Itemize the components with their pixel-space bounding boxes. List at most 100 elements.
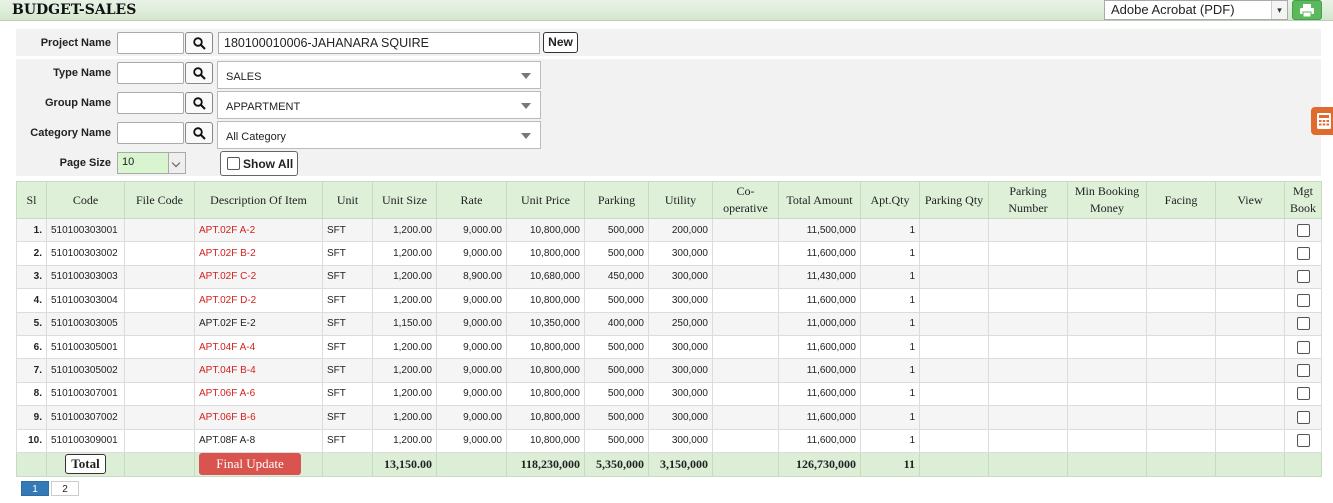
column-header[interactable]: Mgt Book bbox=[1284, 181, 1322, 219]
column-header[interactable]: Rate bbox=[436, 181, 507, 219]
table-row[interactable]: 1. 510100303001 APT.02F A-2 SFT 1,200.00 9,00… bbox=[16, 217, 1322, 243]
row-facing[interactable] bbox=[1146, 311, 1216, 336]
table-row[interactable]: 3. 510100303003 APT.02F C-2 SFT 1,200.00 8,90… bbox=[16, 264, 1322, 290]
row-min-booking-money[interactable] bbox=[1067, 405, 1147, 430]
type-code-input[interactable] bbox=[117, 62, 184, 84]
column-header[interactable]: Unit bbox=[322, 181, 373, 219]
mgt-book-checkbox[interactable] bbox=[1296, 317, 1310, 331]
type-select[interactable]: SALES bbox=[217, 61, 541, 89]
row-view[interactable] bbox=[1215, 405, 1285, 430]
row-min-booking-money[interactable] bbox=[1067, 311, 1147, 336]
column-header[interactable]: File Code bbox=[124, 181, 195, 219]
category-search-button[interactable] bbox=[185, 122, 213, 144]
row-min-booking-money[interactable] bbox=[1067, 217, 1147, 243]
category-select[interactable]: All Category bbox=[217, 121, 541, 149]
column-header[interactable]: Apt.Qty bbox=[860, 181, 920, 219]
mgt-book-checkbox[interactable] bbox=[1296, 270, 1310, 284]
new-button[interactable]: New bbox=[543, 32, 578, 53]
show-all-checkbox[interactable] bbox=[227, 157, 240, 170]
row-facing[interactable] bbox=[1146, 428, 1216, 453]
row-view[interactable] bbox=[1215, 264, 1285, 290]
row-view[interactable] bbox=[1215, 358, 1285, 383]
column-header[interactable]: Min Booking Money bbox=[1067, 181, 1147, 219]
table-row[interactable]: 8. 510100307001 APT.06F A-6 SFT 1,200.00 9,00… bbox=[16, 381, 1322, 407]
row-facing[interactable] bbox=[1146, 334, 1216, 360]
row-parking-qty[interactable] bbox=[919, 334, 989, 360]
category-code-input[interactable] bbox=[117, 122, 184, 144]
final-update-button[interactable]: Final Update bbox=[199, 453, 301, 476]
row-facing[interactable] bbox=[1146, 264, 1216, 290]
column-header[interactable]: Co-operative bbox=[712, 181, 779, 219]
row-min-booking-money[interactable] bbox=[1067, 358, 1147, 383]
table-row[interactable]: 9. 510100307002 APT.06F B-6 SFT 1,200.00 9,00… bbox=[16, 405, 1322, 430]
table-row[interactable]: 4. 510100303004 APT.02F D-2 SFT 1,200.00 9,00… bbox=[16, 288, 1322, 313]
group-code-input[interactable] bbox=[117, 92, 184, 114]
row-parking-qty[interactable] bbox=[919, 217, 989, 243]
row-parking-qty[interactable] bbox=[919, 358, 989, 383]
row-facing[interactable] bbox=[1146, 381, 1216, 407]
project-name-field[interactable]: 180100010006-JAHANARA SQUIRE bbox=[218, 32, 540, 54]
table-row[interactable]: 10. 510100309001 APT.08F A-8 SFT 1,200.00 9,0… bbox=[16, 428, 1322, 453]
column-header[interactable]: Parking Qty bbox=[919, 181, 989, 219]
mgt-book-checkbox[interactable] bbox=[1296, 340, 1310, 354]
column-header[interactable]: View bbox=[1215, 181, 1285, 219]
row-view[interactable] bbox=[1215, 311, 1285, 336]
row-parking-number[interactable] bbox=[988, 334, 1068, 360]
group-search-button[interactable] bbox=[185, 92, 213, 114]
row-parking-number[interactable] bbox=[988, 241, 1068, 266]
row-parking-qty[interactable] bbox=[919, 405, 989, 430]
row-parking-number[interactable] bbox=[988, 288, 1068, 313]
row-view[interactable] bbox=[1215, 241, 1285, 266]
table-row[interactable]: 5. 510100303005 APT.02F E-2 SFT 1,150.00 9,00… bbox=[16, 311, 1322, 336]
page-size-select[interactable]: 10 bbox=[117, 152, 186, 174]
page-link[interactable]: 1 bbox=[21, 481, 49, 496]
print-button[interactable] bbox=[1292, 0, 1322, 20]
group-select[interactable]: APPARTMENT bbox=[217, 91, 541, 119]
row-min-booking-money[interactable] bbox=[1067, 264, 1147, 290]
row-min-booking-money[interactable] bbox=[1067, 381, 1147, 407]
row-view[interactable] bbox=[1215, 217, 1285, 243]
mgt-book-checkbox[interactable] bbox=[1296, 364, 1310, 378]
row-min-booking-money[interactable] bbox=[1067, 428, 1147, 453]
column-header[interactable]: Unit Price bbox=[506, 181, 585, 219]
row-view[interactable] bbox=[1215, 288, 1285, 313]
export-format-select[interactable]: Adobe Acrobat (PDF) ▾ bbox=[1104, 0, 1288, 20]
row-parking-qty[interactable] bbox=[919, 311, 989, 336]
table-row[interactable]: 6. 510100305001 APT.04F A-4 SFT 1,200.00 9,00… bbox=[16, 334, 1322, 360]
row-min-booking-money[interactable] bbox=[1067, 241, 1147, 266]
column-header[interactable]: Code bbox=[46, 181, 125, 219]
row-parking-qty[interactable] bbox=[919, 241, 989, 266]
row-parking-number[interactable] bbox=[988, 405, 1068, 430]
row-facing[interactable] bbox=[1146, 358, 1216, 383]
column-header[interactable]: Description Of Item bbox=[194, 181, 323, 219]
column-header[interactable]: Unit Size bbox=[372, 181, 437, 219]
row-facing[interactable] bbox=[1146, 405, 1216, 430]
row-parking-qty[interactable] bbox=[919, 381, 989, 407]
row-parking-qty[interactable] bbox=[919, 428, 989, 453]
row-parking-number[interactable] bbox=[988, 428, 1068, 453]
row-view[interactable] bbox=[1215, 428, 1285, 453]
project-search-button[interactable] bbox=[185, 32, 213, 54]
column-header[interactable]: Parking bbox=[584, 181, 649, 219]
row-parking-number[interactable] bbox=[988, 217, 1068, 243]
row-parking-number[interactable] bbox=[988, 381, 1068, 407]
row-min-booking-money[interactable] bbox=[1067, 288, 1147, 313]
column-header[interactable]: Total Amount bbox=[778, 181, 861, 219]
row-parking-number[interactable] bbox=[988, 311, 1068, 336]
mgt-book-checkbox[interactable] bbox=[1296, 247, 1310, 261]
page-link[interactable]: 2 bbox=[51, 481, 79, 496]
row-facing[interactable] bbox=[1146, 241, 1216, 266]
row-min-booking-money[interactable] bbox=[1067, 334, 1147, 360]
table-row[interactable]: 2. 510100303002 APT.02F B-2 SFT 1,200.00 9,00… bbox=[16, 241, 1322, 266]
column-header[interactable]: Parking Number bbox=[988, 181, 1068, 219]
mgt-book-checkbox[interactable] bbox=[1296, 293, 1310, 307]
row-facing[interactable] bbox=[1146, 288, 1216, 313]
row-parking-qty[interactable] bbox=[919, 288, 989, 313]
mgt-book-checkbox[interactable] bbox=[1296, 387, 1310, 401]
column-header[interactable]: Utility bbox=[648, 181, 713, 219]
row-view[interactable] bbox=[1215, 334, 1285, 360]
column-header[interactable]: Facing bbox=[1146, 181, 1216, 219]
mgt-book-checkbox[interactable] bbox=[1296, 434, 1310, 448]
project-code-input[interactable] bbox=[117, 32, 184, 54]
row-facing[interactable] bbox=[1146, 217, 1216, 243]
